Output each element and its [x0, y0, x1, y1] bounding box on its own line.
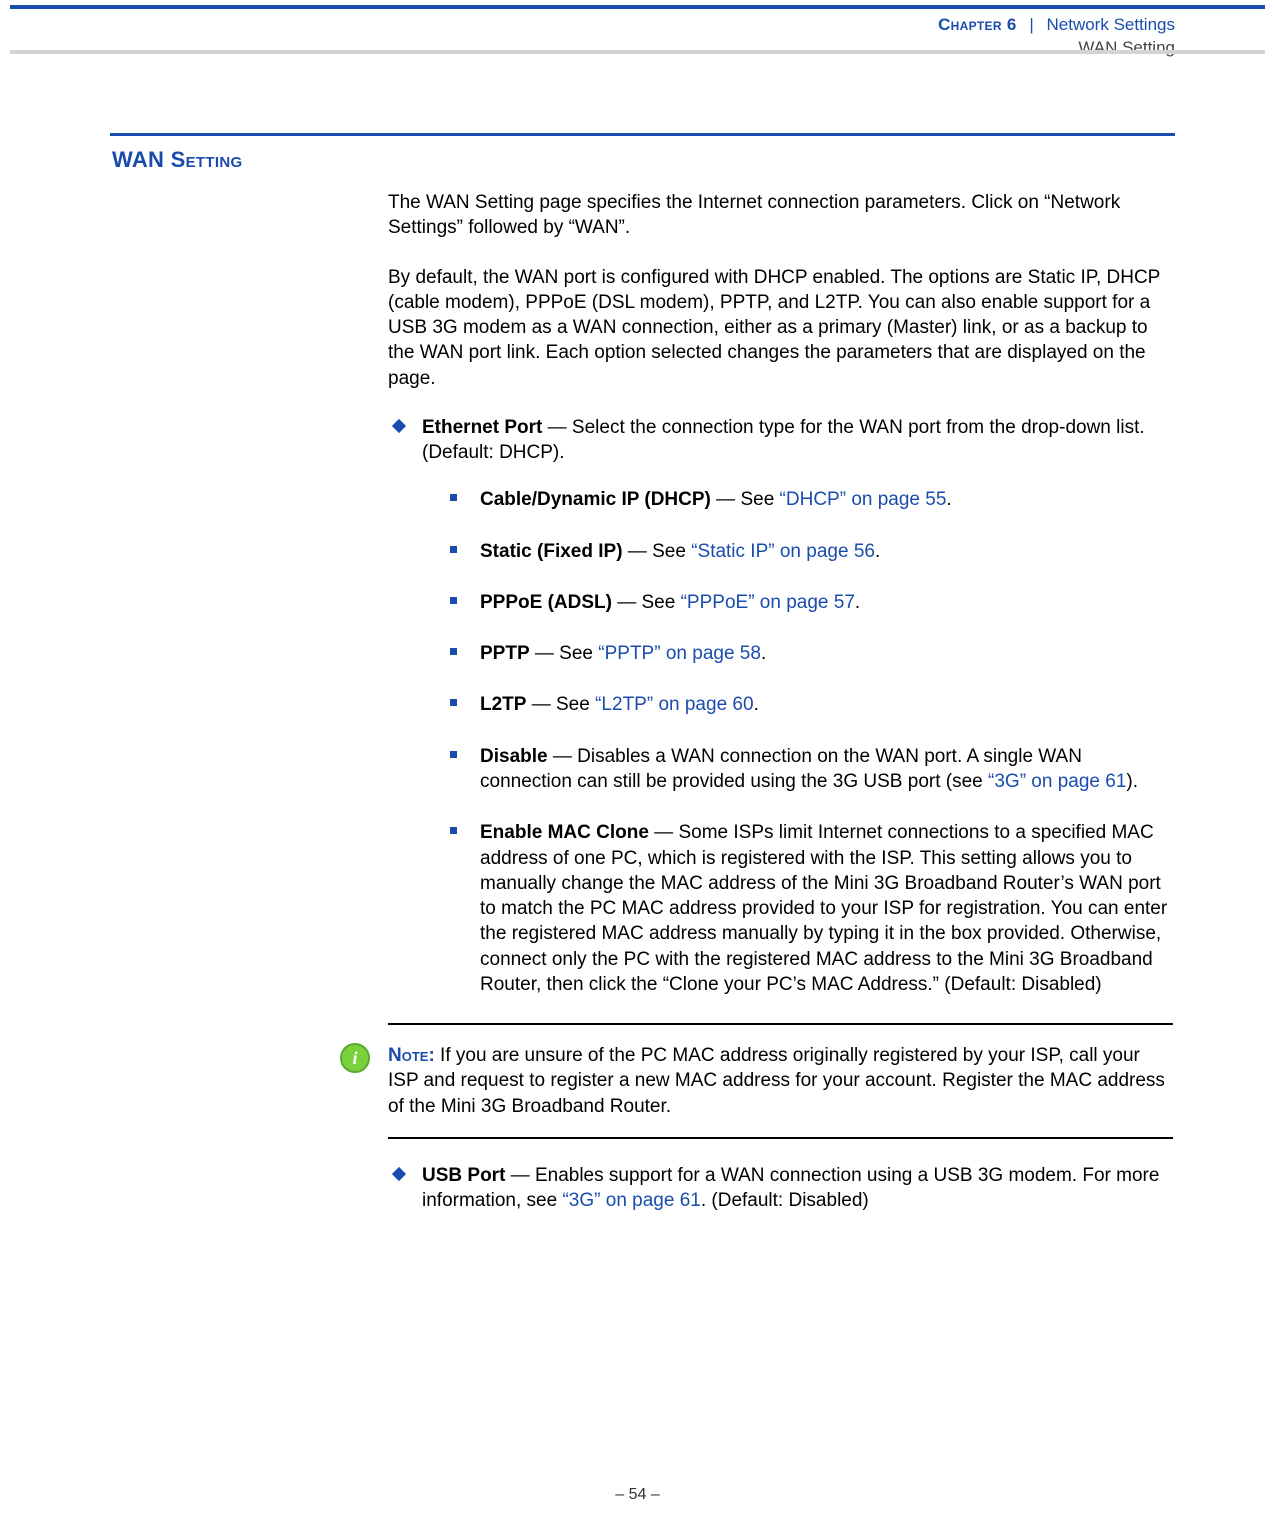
chapter-section: Network Settings — [1047, 15, 1176, 34]
item-disable-label: Disable — [480, 746, 548, 767]
link-pptp[interactable]: “PPTP” on page 58 — [598, 643, 761, 664]
item-pppoe-post: . — [855, 592, 860, 613]
link-l2tp[interactable]: “L2TP” on page 60 — [595, 694, 753, 715]
link-3g-1[interactable]: “3G” on page 61 — [988, 771, 1126, 792]
top-rule — [10, 5, 1265, 9]
chapter-label: Chapter 6 — [938, 15, 1017, 34]
intro-paragraph-1: The WAN Setting page specifies the Inter… — [388, 190, 1173, 241]
info-icon: i — [340, 1043, 370, 1073]
item-static-label: Static (Fixed IP) — [480, 541, 623, 562]
item-pptp-pre: — See — [530, 643, 599, 664]
chapter-subsection: WAN Setting — [938, 37, 1175, 58]
top-bullet-list: Ethernet Port — Select the connection ty… — [388, 415, 1173, 997]
note-label: Note: — [388, 1045, 435, 1066]
page: Chapter 6 | Network Settings WAN Setting… — [0, 0, 1275, 1532]
item-static: Static (Fixed IP) — See “Static IP” on p… — [450, 539, 1173, 564]
item-pppoe-label: PPPoE (ADSL) — [480, 592, 612, 613]
item-static-post: . — [875, 541, 880, 562]
item-mac-clone-text: — Some ISPs limit Internet connections t… — [480, 822, 1167, 995]
grey-rule — [10, 50, 1265, 54]
item-disable: Disable — Disables a WAN connection on t… — [450, 744, 1173, 795]
section-heading: WAN Setting — [112, 147, 242, 173]
item-pptp-post: . — [761, 643, 766, 664]
section-heading-text-2: etting — [186, 147, 243, 172]
usb-port-item: USB Port — Enables support for a WAN con… — [388, 1163, 1173, 1214]
note-block: i Note: If you are unsure of the PC MAC … — [388, 1023, 1173, 1139]
chapter-separator: | — [1029, 15, 1033, 34]
info-icon-glyph: i — [352, 1049, 357, 1067]
item-disable-post: ). — [1126, 771, 1138, 792]
item-l2tp-pre: — See — [526, 694, 595, 715]
item-dhcp-label: Cable/Dynamic IP (DHCP) — [480, 489, 711, 510]
chapter-line: Chapter 6 | Network Settings — [938, 14, 1175, 35]
item-l2tp-label: L2TP — [480, 694, 526, 715]
item-dhcp-post: . — [946, 489, 951, 510]
item-mac-clone-label: Enable MAC Clone — [480, 822, 649, 843]
note-text: If you are unsure of the PC MAC address … — [388, 1045, 1165, 1117]
intro-paragraph-2: By default, the WAN port is configured w… — [388, 265, 1173, 391]
usb-port-label: USB Port — [422, 1165, 505, 1186]
item-dhcp: Cable/Dynamic IP (DHCP) — See “DHCP” on … — [450, 487, 1173, 512]
body-column: The WAN Setting page specifies the Inter… — [388, 190, 1173, 1237]
section-heading-text-1: WAN S — [112, 147, 186, 172]
item-static-pre: — See — [623, 541, 692, 562]
item-mac-clone: Enable MAC Clone — Some ISPs limit Inter… — [450, 820, 1173, 997]
ethernet-port-label: Ethernet Port — [422, 417, 542, 438]
sub-bullet-list: Cable/Dynamic IP (DHCP) — See “DHCP” on … — [450, 487, 1173, 997]
link-static[interactable]: “Static IP” on page 56 — [691, 541, 875, 562]
usb-bullet-list: USB Port — Enables support for a WAN con… — [388, 1163, 1173, 1214]
item-pptp: PPTP — See “PPTP” on page 58. — [450, 641, 1173, 666]
item-l2tp: L2TP — See “L2TP” on page 60. — [450, 692, 1173, 717]
item-pptp-label: PPTP — [480, 643, 530, 664]
link-pppoe[interactable]: “PPPoE” on page 57 — [681, 592, 855, 613]
link-3g-2[interactable]: “3G” on page 61 — [562, 1190, 700, 1211]
item-pppoe-pre: — See — [612, 592, 681, 613]
item-pppoe: PPPoE (ADSL) — See “PPPoE” on page 57. — [450, 590, 1173, 615]
page-footer: – 54 – — [0, 1486, 1275, 1504]
usb-port-post: . (Default: Disabled) — [701, 1190, 869, 1211]
item-dhcp-pre: — See — [711, 489, 780, 510]
link-dhcp[interactable]: “DHCP” on page 55 — [780, 489, 947, 510]
ethernet-port-item: Ethernet Port — Select the connection ty… — [388, 415, 1173, 997]
item-l2tp-post: . — [754, 694, 759, 715]
section-rule — [110, 133, 1175, 136]
